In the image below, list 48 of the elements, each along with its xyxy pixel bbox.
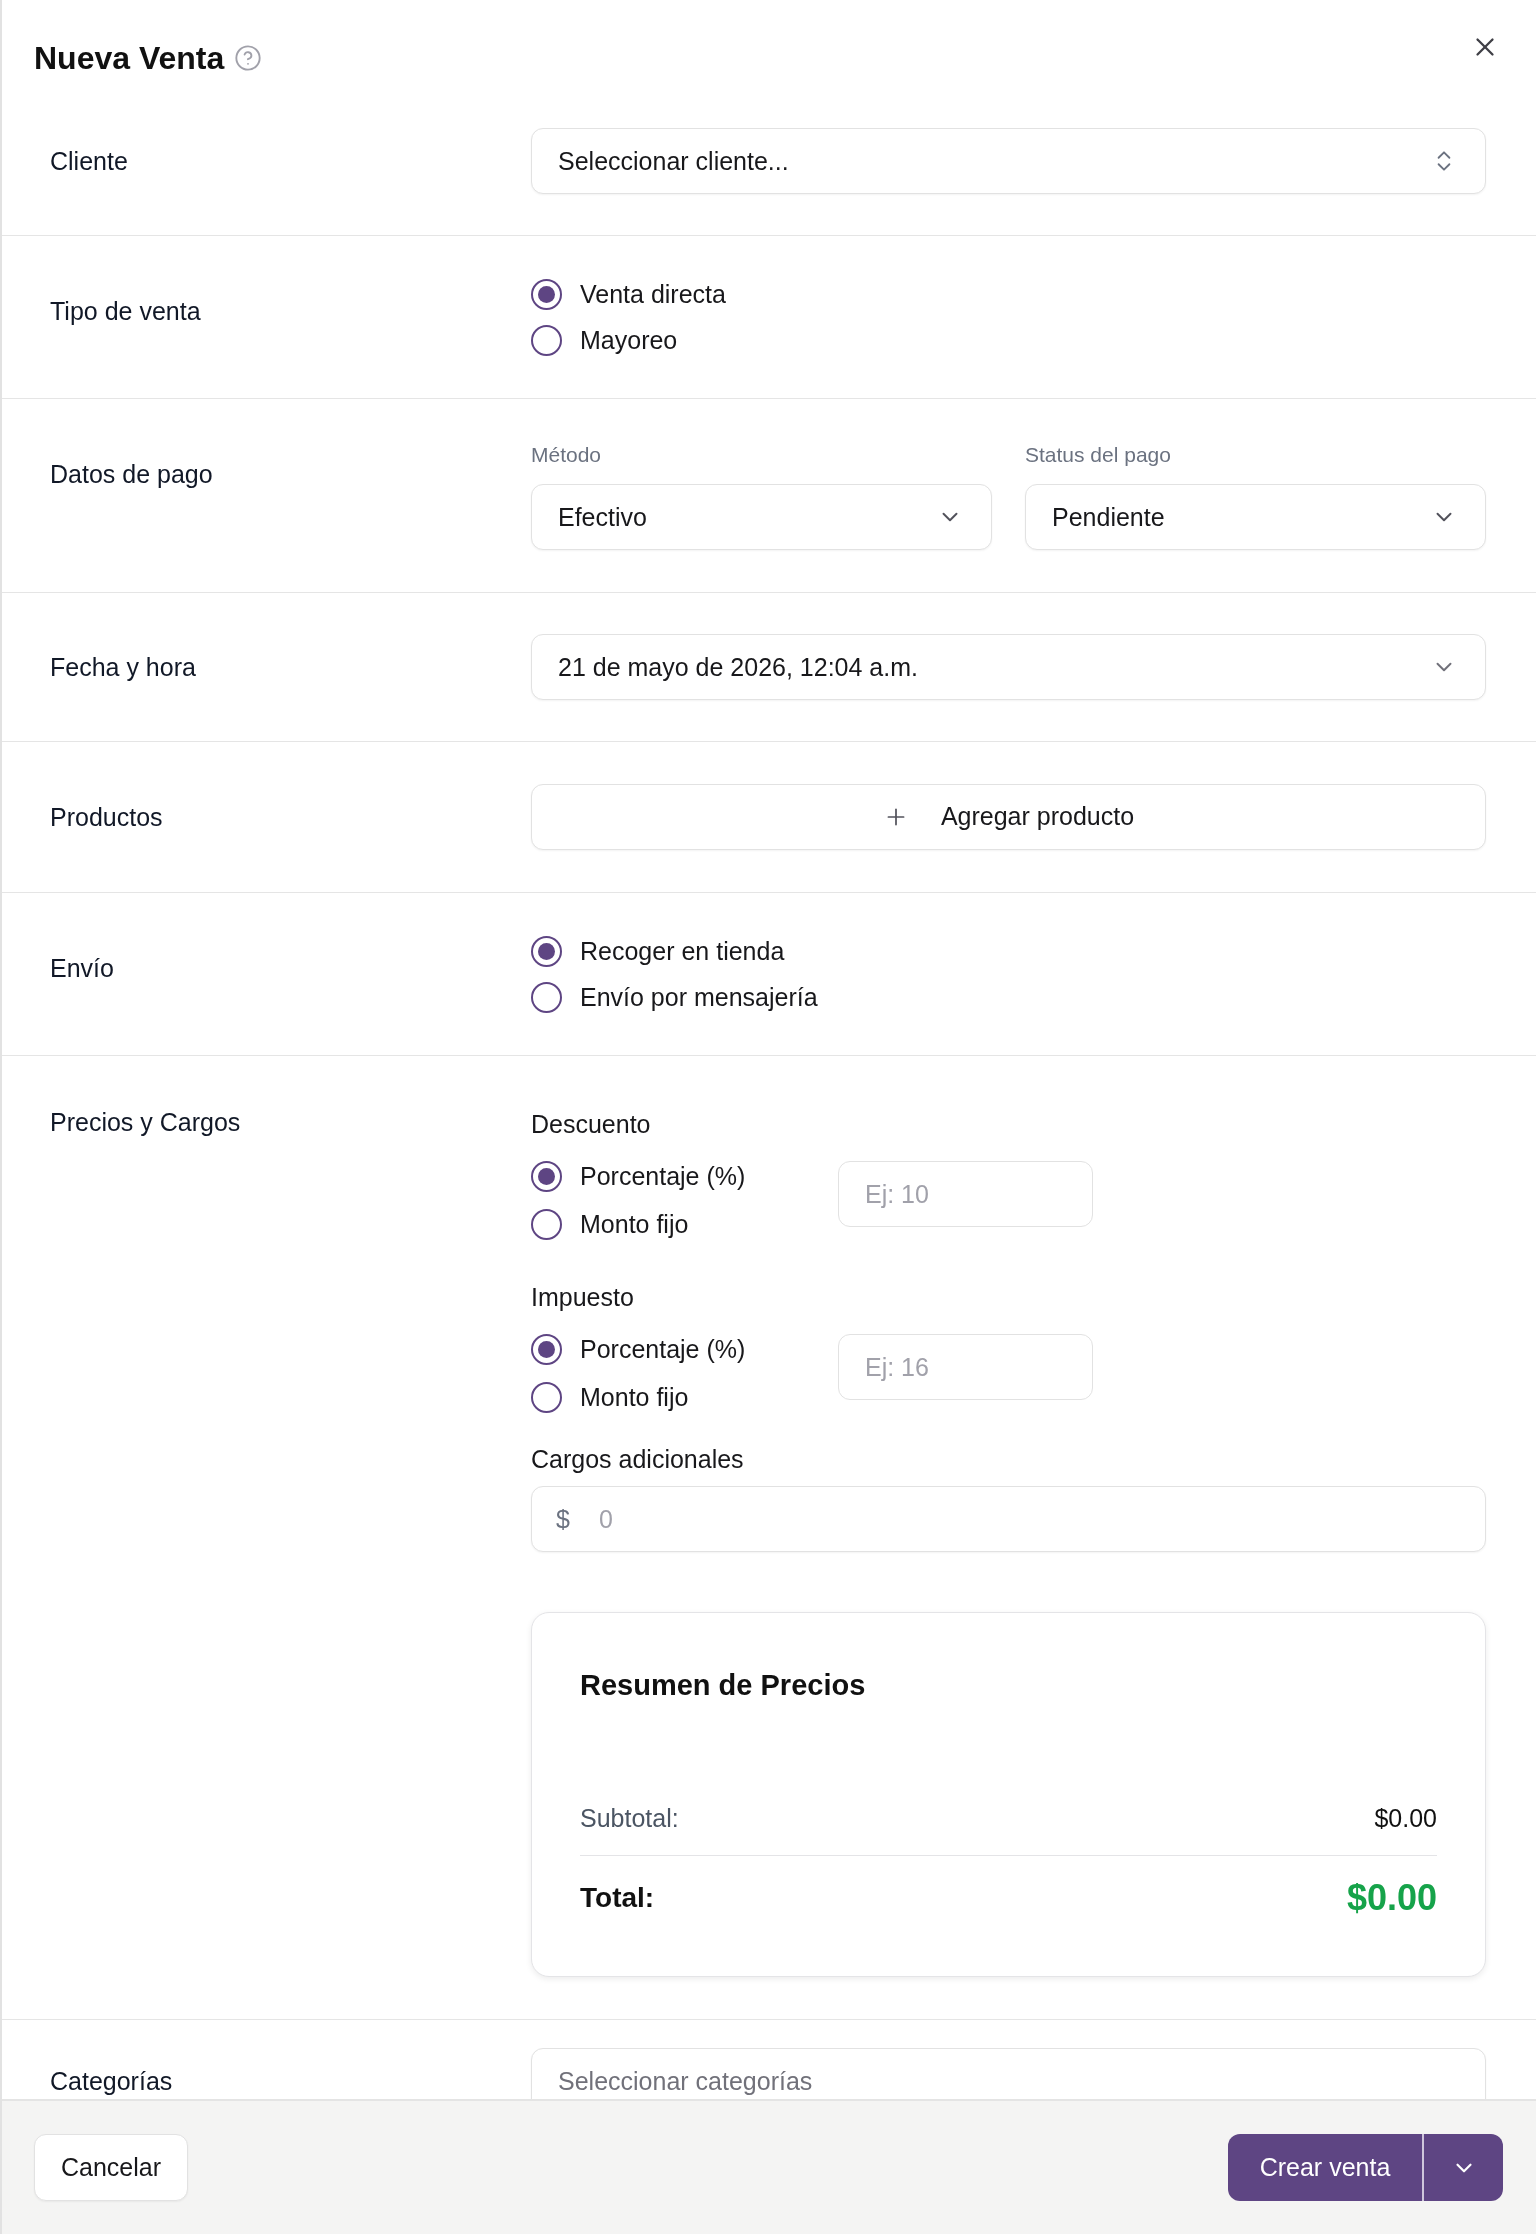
radio-button[interactable] [531, 1160, 562, 1192]
help-icon[interactable] [234, 44, 263, 72]
dropdown[interactable]: 21 de mayo de 2026, 12:04 a.m. [531, 634, 1486, 700]
field-label: Cargos adicionales [531, 1444, 744, 1475]
dropdown[interactable]: Seleccionar categorías [531, 2048, 1486, 2099]
subtotal-label: Subtotal: [580, 1803, 679, 1834]
radio-button[interactable] [531, 278, 562, 310]
radio-label: Envío por mensajería [580, 982, 818, 1013]
field-label: Tipo de venta [50, 298, 201, 324]
radio-button[interactable] [531, 935, 562, 967]
field-label: Envío [50, 955, 114, 981]
number-input[interactable]: Ej: 16 [838, 1334, 1093, 1400]
field-label: Productos [50, 804, 163, 830]
radio-button[interactable] [531, 1381, 562, 1413]
subtotal-value: $0.00 [1374, 1803, 1437, 1834]
field-label: Categorías [50, 2068, 173, 2094]
dropdown-button[interactable] [1422, 2134, 1503, 2201]
total-value: $0.00 [1346, 1876, 1437, 1920]
field-label: Status del pago [1025, 442, 1171, 468]
currency-symbol: $ [556, 1504, 570, 1535]
create-sale-button[interactable]: Crear venta [1228, 2134, 1422, 2201]
radio-label: Monto fijo [580, 1209, 689, 1240]
total-label: Total: [580, 1881, 655, 1915]
radio-button[interactable] [531, 324, 562, 356]
radio-label: Venta directa [580, 279, 726, 310]
radio-label: Porcentaje (%) [580, 1161, 746, 1192]
radio-label: Porcentaje (%) [580, 1334, 746, 1365]
add-product-button[interactable]: Agregar producto [531, 784, 1486, 850]
field-label: Método [531, 442, 602, 468]
field-label: Cliente [50, 148, 128, 174]
radio-button[interactable] [531, 981, 562, 1013]
field-label: Datos de pago [50, 461, 213, 487]
card-title: Resumen de Precios [580, 1668, 866, 1703]
cancel-button[interactable]: Cancelar [34, 2134, 189, 2201]
radio-label: Mayoreo [580, 325, 678, 356]
radio-button[interactable] [531, 1333, 562, 1365]
field-label: Fecha y hora [50, 654, 196, 680]
group-title: Impuesto [531, 1282, 634, 1313]
dialog-title: Nueva Venta [34, 39, 225, 78]
radio-button[interactable] [531, 1208, 562, 1240]
radio-label: Recoger en tienda [580, 936, 785, 967]
combobox[interactable]: Seleccionar cliente... [531, 128, 1486, 194]
dropdown[interactable]: Efectivo [531, 484, 992, 550]
dropdown[interactable]: Pendiente [1025, 484, 1486, 550]
number-input[interactable]: Ej: 10 [838, 1161, 1093, 1227]
radio-label: Monto fijo [580, 1382, 689, 1413]
group-title: Descuento [531, 1109, 651, 1140]
field-label: Precios y Cargos [50, 1109, 241, 1135]
